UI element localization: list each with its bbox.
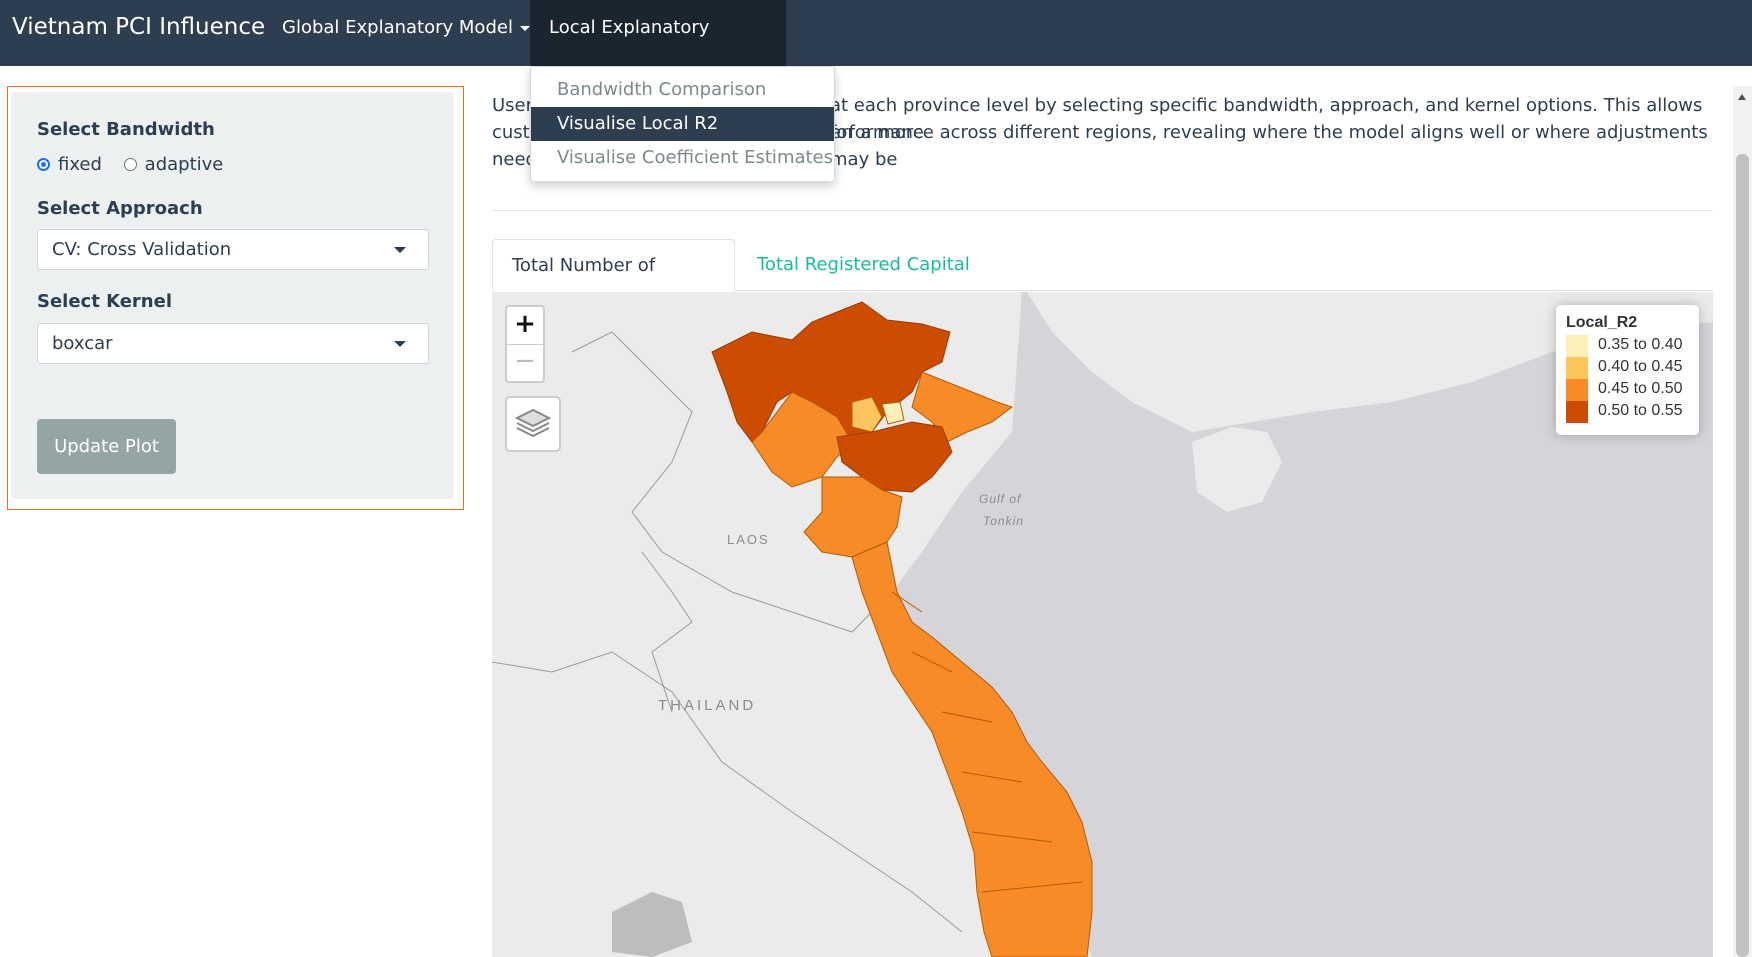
hainan-island xyxy=(1192,427,1282,512)
legend-swatch xyxy=(1566,357,1588,379)
layers-icon xyxy=(514,408,552,438)
tab-total-registered-capital[interactable]: Total Registered Capital xyxy=(738,239,989,291)
map-label-thailand: THAILAND xyxy=(658,697,757,714)
radio-adaptive-label[interactable]: adaptive xyxy=(145,154,224,175)
description-line: erformance across different regions, rev… xyxy=(830,122,1708,170)
kernel-select[interactable]: boxcar xyxy=(37,323,429,364)
nav-global-explanatory-model[interactable]: Global Explanatory Model xyxy=(263,0,549,66)
scroll-up-icon[interactable] xyxy=(1738,94,1746,100)
menu-item-bandwidth-comparison[interactable]: Bandwidth Comparison xyxy=(531,73,834,107)
radio-fixed[interactable] xyxy=(37,158,50,171)
brand-title[interactable]: Vietnam PCI Influence xyxy=(12,0,265,56)
radio-adaptive[interactable] xyxy=(123,158,137,171)
legend-label: 0.35 to 0.40 xyxy=(1598,336,1683,353)
legend-swatch xyxy=(1566,335,1588,357)
kernel-select-value: boxcar xyxy=(52,333,113,354)
page-scrollbar[interactable] xyxy=(1733,86,1752,957)
description-line: User xyxy=(492,95,534,116)
update-plot-button[interactable]: Update Plot xyxy=(37,419,176,474)
navbar: Vietnam PCI Influence Global Explanatory… xyxy=(0,0,1752,94)
legend-row: 0.40 to 0.45 xyxy=(1566,357,1696,379)
choropleth-map[interactable]: LAOS THAILAND Gulf of Tonkin + − Local_R… xyxy=(492,292,1713,957)
tab-total-number-of-projects[interactable]: Total Number of Projects xyxy=(492,239,735,328)
nav-global-label: Global Explanatory Model xyxy=(282,17,513,38)
nav-local-explanatory-model[interactable]: Local Explanatory Model xyxy=(530,0,786,94)
legend-label: 0.50 to 0.55 xyxy=(1598,402,1683,419)
map-label-laos: LAOS xyxy=(727,532,770,547)
approach-select-value: CV: Cross Validation xyxy=(52,239,232,260)
kernel-label: Select Kernel xyxy=(37,291,172,312)
legend-row: 0.35 to 0.40 xyxy=(1566,335,1696,357)
approach-label: Select Approach xyxy=(37,198,203,219)
bandwidth-label: Select Bandwidth xyxy=(37,119,215,140)
bandwidth-radio-group: fixed adaptive xyxy=(37,154,239,175)
chevron-down-icon xyxy=(394,341,406,347)
layers-control[interactable] xyxy=(505,396,561,452)
legend-label: 0.45 to 0.50 xyxy=(1598,380,1683,397)
divider xyxy=(492,210,1713,211)
legend-row: 0.45 to 0.50 xyxy=(1566,379,1696,401)
caret-down-icon xyxy=(519,25,530,31)
legend-swatch xyxy=(1566,379,1588,401)
approach-select[interactable]: CV: Cross Validation xyxy=(37,229,429,270)
map-label-gulf-of: Gulf of xyxy=(979,492,1022,506)
menu-item-visualise-coefficient-estimates[interactable]: Visualise Coefficient Estimates xyxy=(531,141,834,175)
legend-row: 0.50 to 0.55 xyxy=(1566,401,1696,423)
zoom-in-button[interactable]: + xyxy=(507,307,543,345)
chevron-down-icon xyxy=(394,247,406,253)
map-canvas xyxy=(492,292,1713,957)
legend-swatch xyxy=(1566,401,1588,423)
scrollbar-thumb[interactable] xyxy=(1736,154,1749,957)
map-label-tonkin: Tonkin xyxy=(983,514,1024,528)
zoom-control: + − xyxy=(505,305,545,383)
radio-fixed-label[interactable]: fixed xyxy=(58,154,102,175)
menu-item-visualise-local-r2[interactable]: Visualise Local R2 xyxy=(531,107,834,141)
legend-title: Local_R2 xyxy=(1566,314,1638,331)
map-legend: Local_R2 0.35 to 0.40 0.40 to 0.45 0.45 … xyxy=(1556,305,1699,435)
local-model-dropdown-menu: Bandwidth Comparison Visualise Local R2 … xyxy=(530,66,835,182)
zoom-out-button[interactable]: − xyxy=(507,344,543,381)
legend-label: 0.40 to 0.45 xyxy=(1598,358,1683,375)
